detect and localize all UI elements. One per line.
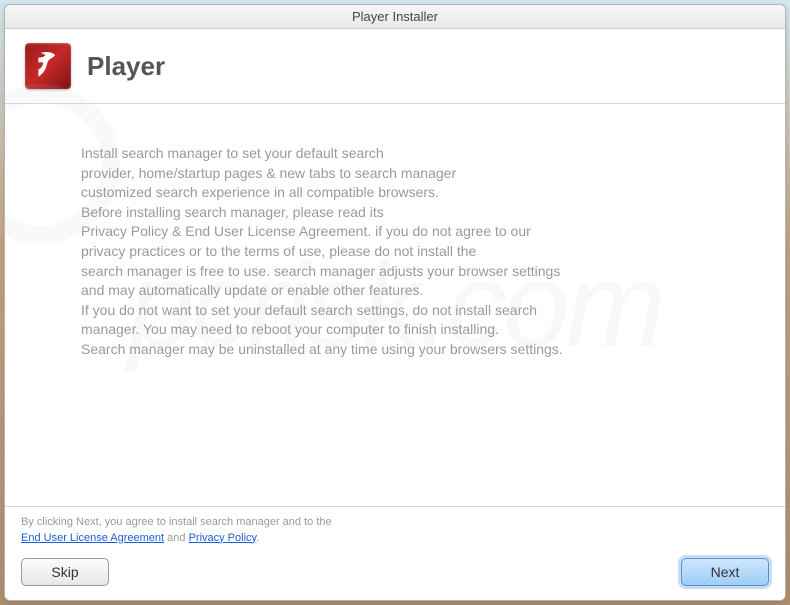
header: Player xyxy=(5,29,785,104)
footer: By clicking Next, you agree to install s… xyxy=(5,506,785,600)
content-area: pcrisk.com Install search manager to set… xyxy=(5,104,785,506)
disclaimer-text: By clicking Next, you agree to install s… xyxy=(21,515,769,546)
button-row: Skip Next xyxy=(21,558,769,586)
body-text: Install search manager to set your defau… xyxy=(81,144,709,360)
flash-player-icon xyxy=(25,43,71,89)
app-title: Player xyxy=(87,51,165,82)
disclaimer-prefix: By clicking Next, you agree to install s… xyxy=(21,516,332,528)
and-text: and xyxy=(164,532,188,544)
skip-button[interactable]: Skip xyxy=(21,558,109,586)
installer-window: Player Installer Player pcrisk.com Insta… xyxy=(4,4,786,601)
next-button[interactable]: Next xyxy=(681,558,769,586)
privacy-link[interactable]: Privacy Policy xyxy=(189,532,257,544)
window-title: Player Installer xyxy=(352,9,438,24)
eula-link[interactable]: End User License Agreement xyxy=(21,532,164,544)
titlebar[interactable]: Player Installer xyxy=(5,5,785,29)
period: . xyxy=(256,532,259,544)
